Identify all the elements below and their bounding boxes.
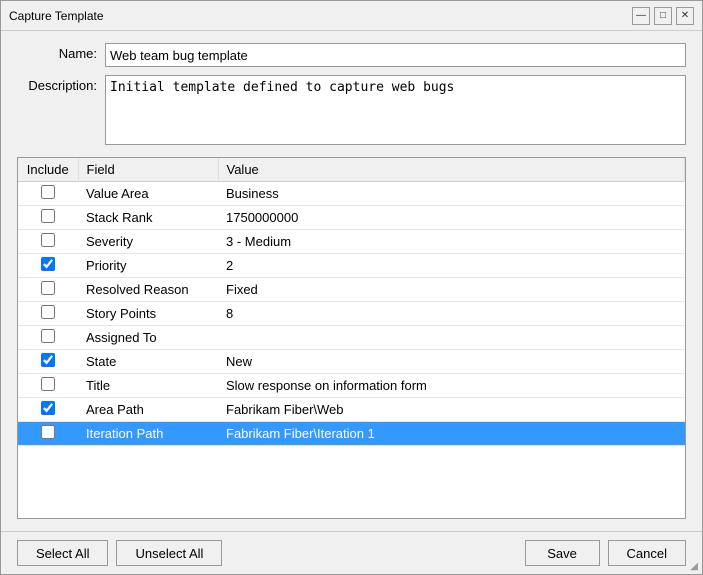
table-row[interactable]: Severity3 - Medium	[18, 230, 685, 254]
fields-table: Include Field Value Value AreaBusinessSt…	[18, 158, 685, 446]
select-all-button[interactable]: Select All	[17, 540, 108, 566]
bottom-bar: Select All Unselect All Save Cancel	[1, 531, 702, 574]
table-row[interactable]: Assigned To	[18, 326, 685, 350]
table-row[interactable]: Resolved ReasonFixed	[18, 278, 685, 302]
row-checkbox[interactable]	[41, 401, 55, 415]
capture-template-window: Capture Template — □ ✕ Name: Description…	[0, 0, 703, 575]
description-label: Description:	[17, 75, 97, 93]
header-value: Value	[218, 158, 685, 182]
row-field: Priority	[78, 254, 218, 278]
row-value: Business	[218, 182, 685, 206]
row-field: Title	[78, 374, 218, 398]
row-value: Fixed	[218, 278, 685, 302]
table-header-row: Include Field Value	[18, 158, 685, 182]
row-checkbox[interactable]	[41, 305, 55, 319]
row-checkbox[interactable]	[41, 425, 55, 439]
row-field: Area Path	[78, 398, 218, 422]
description-row: Description:	[17, 75, 686, 145]
row-field: Resolved Reason	[78, 278, 218, 302]
row-value: Fabrikam Fiber\Iteration 1	[218, 422, 685, 446]
row-value: 3 - Medium	[218, 230, 685, 254]
window-content: Name: Description: Include Field Value V…	[1, 31, 702, 531]
row-field: Severity	[78, 230, 218, 254]
resize-handle: ◢	[690, 561, 698, 572]
row-value: New	[218, 350, 685, 374]
title-bar: Capture Template — □ ✕	[1, 1, 702, 31]
row-checkbox[interactable]	[41, 209, 55, 223]
table-row[interactable]: Story Points8	[18, 302, 685, 326]
row-value: Fabrikam Fiber\Web	[218, 398, 685, 422]
title-controls: — □ ✕	[632, 7, 694, 25]
row-checkbox[interactable]	[41, 233, 55, 247]
row-value: 1750000000	[218, 206, 685, 230]
row-checkbox[interactable]	[41, 185, 55, 199]
unselect-all-button[interactable]: Unselect All	[116, 540, 222, 566]
table-body: Value AreaBusinessStack Rank1750000000Se…	[18, 182, 685, 446]
bottom-right-buttons: Save Cancel	[525, 540, 686, 566]
description-textarea[interactable]	[105, 75, 686, 145]
fields-table-container: Include Field Value Value AreaBusinessSt…	[17, 157, 686, 519]
row-field: Assigned To	[78, 326, 218, 350]
row-checkbox[interactable]	[41, 329, 55, 343]
table-row[interactable]: Stack Rank1750000000	[18, 206, 685, 230]
row-field: Iteration Path	[78, 422, 218, 446]
name-row: Name:	[17, 43, 686, 67]
close-button[interactable]: ✕	[676, 7, 694, 25]
window-title: Capture Template	[9, 9, 104, 23]
table-row[interactable]: Iteration PathFabrikam Fiber\Iteration 1	[18, 422, 685, 446]
row-value: Slow response on information form	[218, 374, 685, 398]
row-value: 2	[218, 254, 685, 278]
table-row[interactable]: Priority2	[18, 254, 685, 278]
save-button[interactable]: Save	[525, 540, 600, 566]
name-label: Name:	[17, 43, 97, 61]
table-row[interactable]: TitleSlow response on information form	[18, 374, 685, 398]
header-field: Field	[78, 158, 218, 182]
header-include: Include	[18, 158, 78, 182]
row-field: State	[78, 350, 218, 374]
table-row[interactable]: Value AreaBusiness	[18, 182, 685, 206]
row-field: Value Area	[78, 182, 218, 206]
maximize-button[interactable]: □	[654, 7, 672, 25]
bottom-left-buttons: Select All Unselect All	[17, 540, 222, 566]
row-checkbox[interactable]	[41, 377, 55, 391]
name-input[interactable]	[105, 43, 686, 67]
row-checkbox[interactable]	[41, 281, 55, 295]
table-row[interactable]: Area PathFabrikam Fiber\Web	[18, 398, 685, 422]
row-checkbox[interactable]	[41, 257, 55, 271]
table-row[interactable]: StateNew	[18, 350, 685, 374]
row-field: Story Points	[78, 302, 218, 326]
minimize-button[interactable]: —	[632, 7, 650, 25]
row-value: 8	[218, 302, 685, 326]
row-value	[218, 326, 685, 350]
cancel-button[interactable]: Cancel	[608, 540, 686, 566]
row-checkbox[interactable]	[41, 353, 55, 367]
row-field: Stack Rank	[78, 206, 218, 230]
